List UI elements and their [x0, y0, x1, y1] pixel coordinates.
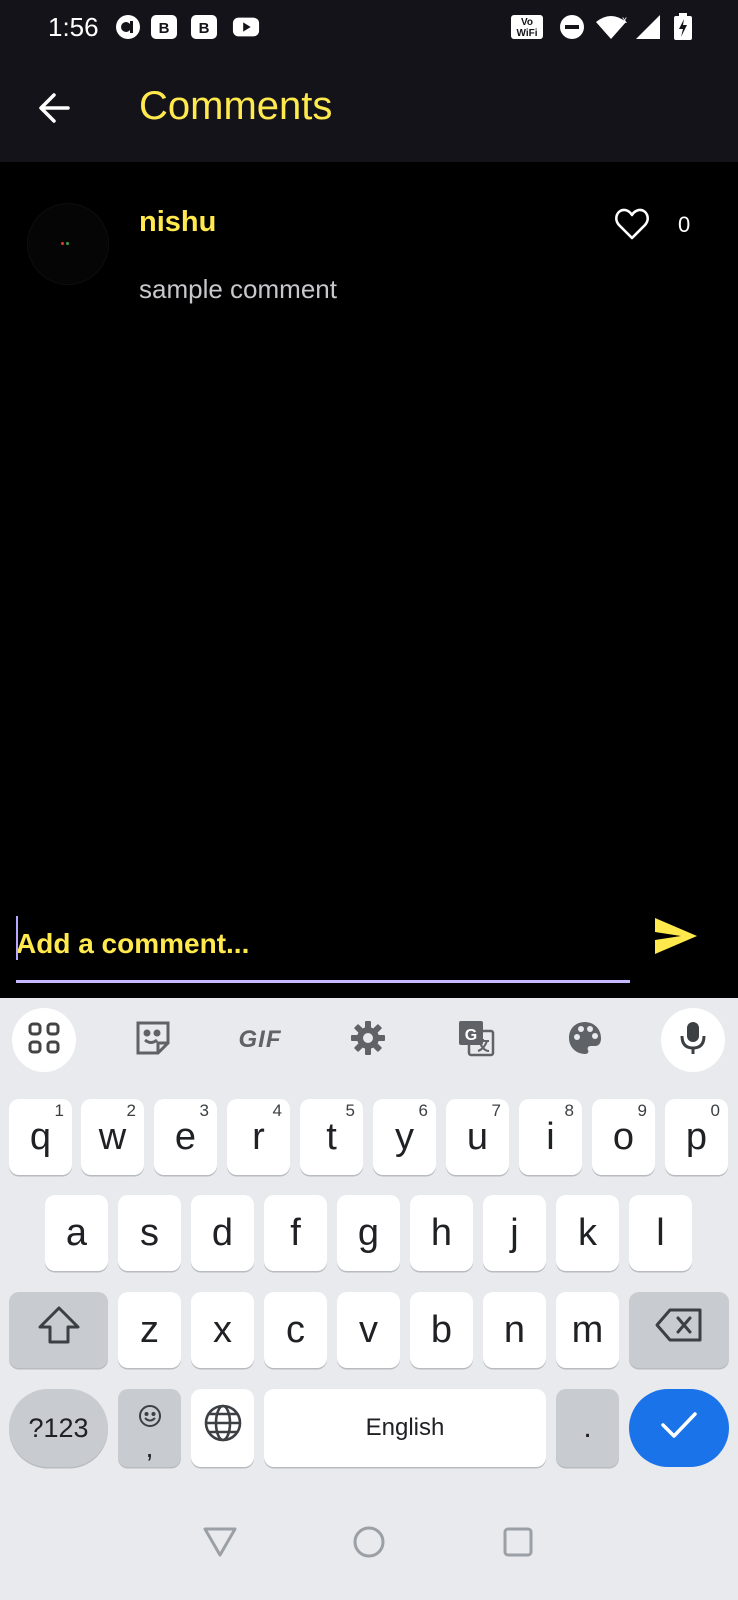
- key-p[interactable]: p0: [665, 1099, 728, 1175]
- key-a[interactable]: a: [45, 1195, 108, 1271]
- shift-icon: [36, 1305, 82, 1355]
- apps-grid-icon: [27, 1021, 61, 1060]
- back-triangle-icon: [202, 1525, 238, 1564]
- emoji-comma-key[interactable]: ,: [118, 1389, 181, 1467]
- b-badge-icon: B: [150, 14, 178, 40]
- key-o[interactable]: o9: [592, 1099, 655, 1175]
- comment-text: sample comment: [139, 274, 337, 304]
- mic-icon: [678, 1020, 708, 1061]
- language-key[interactable]: [191, 1389, 254, 1467]
- key-s[interactable]: s: [118, 1195, 181, 1271]
- nav-home-button[interactable]: [345, 1520, 393, 1568]
- comment-input[interactable]: [16, 914, 626, 974]
- like-count: 0: [678, 212, 691, 237]
- app-bar: Comments: [0, 56, 738, 162]
- key-c[interactable]: c: [264, 1292, 327, 1368]
- send-button[interactable]: [650, 914, 702, 962]
- key-t[interactable]: t5: [300, 1099, 363, 1175]
- dnd-icon: [558, 14, 586, 40]
- heart-outline-icon: [614, 207, 650, 246]
- arrow-left-icon: [36, 90, 72, 131]
- apps-grid-button[interactable]: [12, 1008, 76, 1072]
- nav-recents-button[interactable]: [494, 1520, 542, 1568]
- gif-icon: GIF: [238, 1026, 282, 1053]
- comma-label: ,: [145, 1431, 154, 1463]
- backspace-key[interactable]: [629, 1292, 729, 1368]
- svg-text:G: G: [465, 1027, 477, 1044]
- comments-list: nishu sample comment 0: [0, 162, 738, 998]
- globe-icon: [203, 1403, 243, 1453]
- signal-icon: [634, 14, 662, 40]
- svg-text:WiFi: WiFi: [516, 28, 537, 39]
- translate-button[interactable]: G: [444, 1008, 508, 1072]
- input-underline: [16, 980, 630, 983]
- status-bar: 1:56 B B Vo WiFi x: [0, 0, 738, 56]
- key-v[interactable]: v: [337, 1292, 400, 1368]
- avatar[interactable]: [28, 204, 108, 284]
- translate-icon: G: [457, 1019, 495, 1062]
- key-i[interactable]: i8: [519, 1099, 582, 1175]
- key-b[interactable]: b: [410, 1292, 473, 1368]
- key-h[interactable]: h: [410, 1195, 473, 1271]
- navigation-bar: [0, 1490, 738, 1600]
- key-y[interactable]: y6: [373, 1099, 436, 1175]
- palette-button[interactable]: [553, 1008, 617, 1072]
- key-g[interactable]: g: [337, 1195, 400, 1271]
- svg-text:B: B: [199, 20, 210, 37]
- list-item: nishu sample comment 0: [0, 162, 738, 322]
- keyboard-toolbar: GIF G: [0, 998, 738, 1082]
- back-button[interactable]: [30, 86, 78, 134]
- comment-username[interactable]: nishu: [139, 206, 216, 239]
- status-time: 1:56: [48, 12, 99, 42]
- svg-text:B: B: [159, 20, 170, 37]
- key-j[interactable]: j: [483, 1195, 546, 1271]
- symbols-key[interactable]: ?123: [9, 1389, 108, 1467]
- key-k[interactable]: k: [556, 1195, 619, 1271]
- key-q[interactable]: q1: [9, 1099, 72, 1175]
- text-caret: [16, 916, 18, 960]
- svg-text:Vo: Vo: [521, 17, 533, 28]
- key-e[interactable]: e3: [154, 1099, 217, 1175]
- vowifi-icon: Vo WiFi: [510, 14, 544, 40]
- backspace-icon: [654, 1307, 704, 1353]
- key-w[interactable]: w2: [81, 1099, 144, 1175]
- gif-button[interactable]: GIF: [228, 1008, 292, 1072]
- notification-app-icon: [114, 14, 142, 40]
- avatar-dot: [66, 242, 69, 245]
- battery-charging-icon: [672, 13, 694, 40]
- page-title: Comments: [139, 84, 333, 128]
- settings-button[interactable]: [336, 1008, 400, 1072]
- key-n[interactable]: n: [483, 1292, 546, 1368]
- key-l[interactable]: l: [629, 1195, 692, 1271]
- key-m[interactable]: m: [556, 1292, 619, 1368]
- shift-key[interactable]: [9, 1292, 108, 1368]
- settings-icon: [350, 1020, 386, 1061]
- nav-back-button[interactable]: [196, 1520, 244, 1568]
- check-icon: [660, 1407, 698, 1450]
- send-icon: [653, 916, 699, 961]
- home-circle-icon: [351, 1524, 387, 1565]
- key-z[interactable]: z: [118, 1292, 181, 1368]
- enter-key[interactable]: [629, 1389, 729, 1467]
- mic-button[interactable]: [661, 1008, 725, 1072]
- key-d[interactable]: d: [191, 1195, 254, 1271]
- svg-text:x: x: [622, 15, 627, 26]
- key-f[interactable]: f: [264, 1195, 327, 1271]
- period-key[interactable]: .: [556, 1389, 619, 1467]
- key-r[interactable]: r4: [227, 1099, 290, 1175]
- avatar-dot: [61, 242, 64, 245]
- b-badge-icon: B: [190, 14, 218, 40]
- recents-square-icon: [501, 1525, 535, 1564]
- key-x[interactable]: x: [191, 1292, 254, 1368]
- sticker-button[interactable]: [121, 1008, 185, 1072]
- like-button[interactable]: [612, 206, 652, 246]
- comment-composer: [0, 900, 738, 998]
- youtube-icon: [232, 14, 260, 40]
- wifi-icon: x: [594, 14, 628, 40]
- palette-icon: [567, 1020, 603, 1061]
- key-u[interactable]: u7: [446, 1099, 509, 1175]
- sticker-icon: [134, 1019, 172, 1062]
- space-key[interactable]: English: [264, 1389, 546, 1467]
